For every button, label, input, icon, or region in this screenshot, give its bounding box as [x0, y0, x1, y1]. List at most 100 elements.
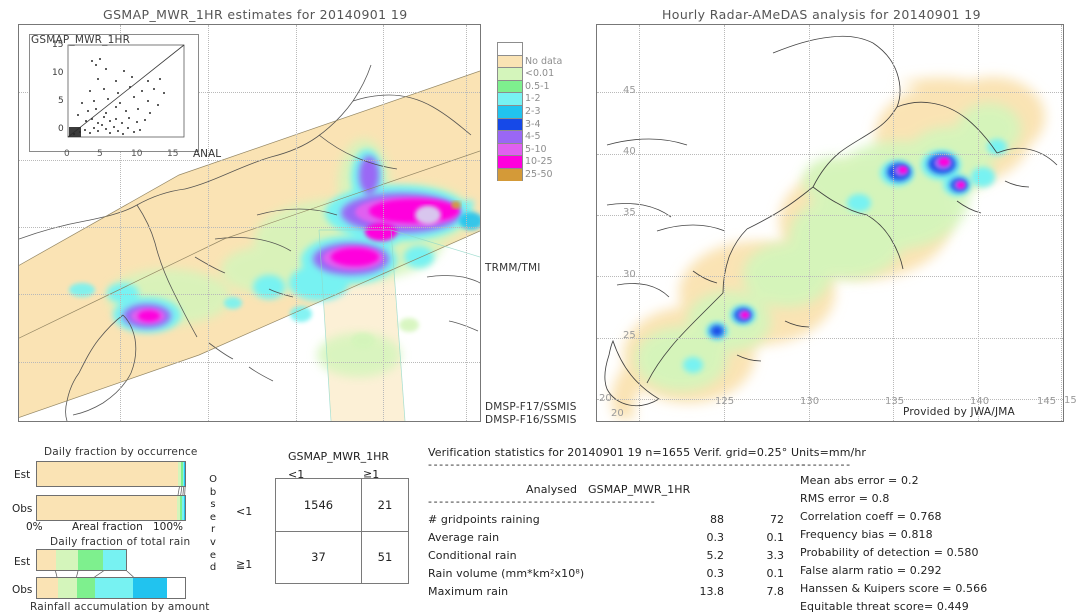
cell-ge1-ge1: 51: [361, 530, 409, 584]
amtObs-segment-3: [94, 578, 134, 598]
colorbar-swatch-0: [497, 42, 523, 55]
lat-corner-tick-20: 20: [611, 408, 624, 419]
precipitation-colorbar: No data <0.01 0.5-1 1-2 2-3 3-4 4-5 5-10 10-25 25…: [497, 42, 562, 181]
colorbar-label-5: 3-4: [525, 118, 541, 130]
occurrence-obs-bar: [36, 495, 186, 521]
side-label-char-r: r: [210, 524, 216, 536]
stat-analysed-3: 0.3: [706, 567, 725, 580]
stat-estimate-0: 72: [770, 513, 784, 526]
stat-estimate-1: 0.1: [766, 531, 785, 544]
colorbar-swatch-8: [497, 142, 523, 156]
stat-label-4: Maximum rain: [428, 585, 509, 598]
cell-ge1-lt1: 37: [275, 530, 362, 584]
colorbar-swatch-9: [497, 155, 523, 168]
satellite-label-f17: DMSP-F17/SSMIS: [485, 401, 577, 413]
lat-tick-40: 40: [623, 146, 636, 157]
amtEst-segment-1: [56, 550, 79, 570]
colorbar-swatch-6: [497, 117, 523, 131]
occurrence-connector-lines: [177, 487, 186, 495]
contingency-side-label: O b s e r v e d: [207, 474, 219, 575]
side-label-char-b: b: [209, 486, 217, 498]
stat-estimate-2: 3.3: [766, 549, 785, 562]
lon-tick-135: 135: [885, 396, 905, 407]
score-3: Frequency bias = 0.818: [800, 528, 933, 541]
colorbar-label-4: 2-3: [525, 106, 541, 117]
map-credit: Provided by JWA/JMA: [903, 406, 1015, 418]
inset-x-tick-0: 0: [64, 149, 70, 159]
scatter-inset[interactable]: 15 10 5 0: [29, 34, 199, 152]
inset-x-axis-label: ANAL: [193, 148, 222, 160]
stat-analysed-1: 0.3: [706, 531, 725, 544]
occEst-segment-4: [184, 462, 185, 486]
occurrence-axis-right: 100%: [153, 521, 184, 533]
amtObs-segment-0: [37, 578, 58, 598]
colorbar-label-1: <0.01: [525, 68, 555, 80]
amount-est-bar: [36, 549, 127, 571]
gsmap-estimates-map[interactable]: 15 10 5 0 GSMAP_MWR_1HR 0 5 10 15 ANAL: [18, 24, 481, 422]
amount-est-label: Est: [14, 556, 31, 568]
score-2: Correlation coeff = 0.768: [800, 510, 942, 523]
radar-map-graphic: [604, 35, 1058, 419]
inset-y-tick-5: 5: [58, 96, 64, 106]
occEst-segment-0: [37, 462, 179, 486]
contingency-header: GSMAP_MWR_1HR: [288, 450, 390, 463]
cell-hit-lt1-lt1: 1546: [275, 478, 362, 532]
side-label-char-s: s: [210, 499, 216, 511]
lat-tick-25: 25: [623, 330, 636, 341]
scores-divider: ----------: [796, 458, 852, 471]
colorbar-label-6: 4-5: [525, 131, 541, 143]
inset-y-tick-0: 0: [58, 124, 64, 134]
colorbar-swatch-7: [497, 130, 523, 143]
lon-tick-125: 125: [715, 396, 735, 407]
radar-amedas-map[interactable]: 45 40 35 30 25 20 125 130 135 140 145 20…: [596, 24, 1064, 422]
score-4: Probability of detection = 0.580: [800, 546, 979, 559]
amount-obs-bar: [36, 577, 186, 599]
side-label-char-e: e: [209, 511, 217, 523]
lon-tick-130: 130: [800, 396, 820, 407]
side-label-char-v: v: [210, 536, 216, 548]
colorbar-swatch-2: [497, 67, 523, 80]
amtObs-segment-2: [76, 578, 95, 598]
amtObs-segment-1: [57, 578, 77, 598]
amount-chart-footer: Rainfall accumulation by amount: [30, 601, 210, 613]
contingency-row-label-ge1: ≧1: [236, 558, 253, 571]
stat-analysed-4: 13.8: [699, 585, 725, 598]
amtEst-segment-3: [103, 550, 126, 570]
stat-estimate-3: 0.1: [766, 567, 785, 580]
verification-divider-top: ----------------------------------------…: [428, 458, 807, 471]
left-panel-title: GSMAP_MWR_1HR estimates for 20140901 19: [103, 7, 408, 22]
colorbar-label-9: 25-50: [525, 169, 553, 180]
table-row: 37 51: [275, 530, 409, 584]
occurrence-obs-label: Obs: [12, 503, 33, 515]
stat-analysed-2: 5.2: [706, 549, 725, 562]
satellite-label-f16: DMSP-F16/SSMIS: [485, 414, 577, 426]
contingency-row-label-lt1: <1: [236, 505, 253, 518]
occurrence-axis-center: Areal fraction: [72, 521, 143, 533]
score-6: Hanssen & Kuipers score = 0.566: [800, 582, 988, 595]
side-label-char-d: d: [209, 562, 217, 574]
amount-obs-label: Obs: [12, 584, 33, 596]
contingency-table[interactable]: 1546 21 37 51: [275, 478, 409, 584]
stat-label-1: Average rain: [428, 531, 500, 544]
inset-x-tick-5: 5: [97, 149, 103, 159]
table-row: 1546 21: [275, 478, 409, 532]
colorbar-label-8: 10-25: [525, 156, 553, 168]
colorbar-swatch-5: [497, 104, 523, 118]
amtObs-segment-4: [133, 578, 168, 598]
lat-tick-45: 45: [623, 85, 636, 96]
occurrence-chart-title: Daily fraction by occurrence: [44, 446, 198, 458]
scatter-inset-graphic: [67, 44, 185, 138]
lat-tick-35: 35: [623, 207, 636, 218]
colorbar-label-0: No data: [525, 55, 563, 67]
lon-tick-145: 145: [1037, 396, 1057, 407]
colorbar-swatch-10: [497, 167, 523, 181]
stat-estimate-4: 7.8: [766, 585, 785, 598]
amount-connector-lines: [55, 571, 134, 577]
stat-label-3: Rain volume (mm*km²x10⁸): [428, 567, 585, 580]
inset-x-tick-10: 10: [131, 149, 143, 159]
score-0: Mean abs error = 0.2: [800, 474, 919, 487]
occObs-segment-0: [37, 496, 178, 520]
lon-tick-150: 15: [1064, 395, 1077, 406]
stat-label-2: Conditional rain: [428, 549, 517, 562]
stat-label-0: # gridpoints raining: [428, 513, 540, 526]
